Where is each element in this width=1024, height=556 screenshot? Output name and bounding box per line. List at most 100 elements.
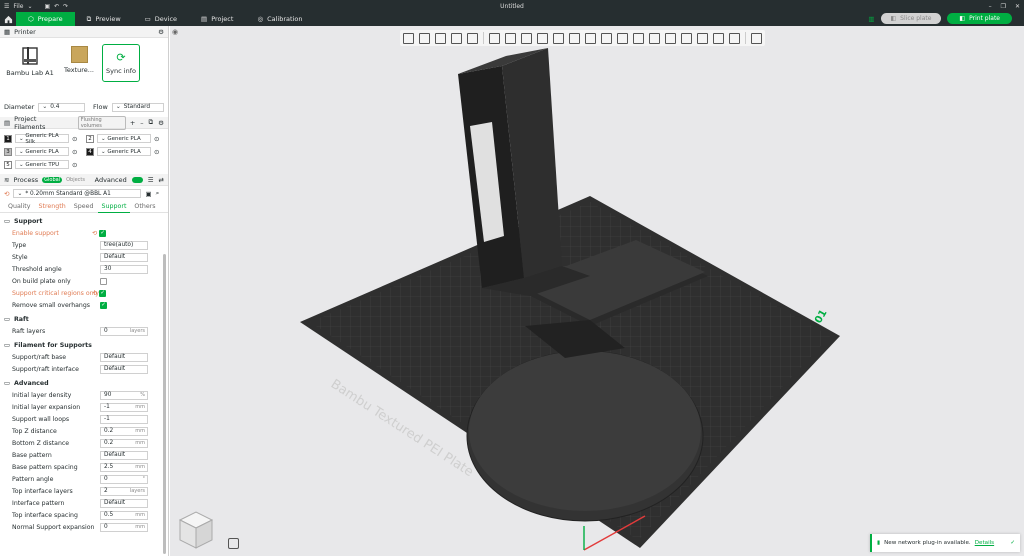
auto-orient-icon[interactable] xyxy=(435,32,446,44)
arrange-icon[interactable] xyxy=(451,32,462,44)
setting-value[interactable]: -1 mm xyxy=(100,402,148,412)
setting-value[interactable]: 0 layers xyxy=(100,326,148,336)
tab-support[interactable]: Support xyxy=(97,201,131,213)
search-icon[interactable]: ⌕ xyxy=(156,189,160,198)
filament-settings-icon[interactable]: ⊙ xyxy=(72,148,77,156)
filament-item[interactable]: 5 ⌄ Generic TPU ⊙ xyxy=(4,159,86,170)
filament-settings-icon[interactable]: ⊙ xyxy=(154,148,159,156)
view-cube[interactable] xyxy=(176,510,216,552)
filament-name-select[interactable]: ⌄ Generic PLA Silk xyxy=(15,133,69,145)
setting-value[interactable]: Default xyxy=(100,364,148,374)
minimize-icon[interactable]: – xyxy=(989,3,992,10)
filament-name-select[interactable]: ⌄ Generic PLA xyxy=(97,147,151,156)
rotate-icon[interactable] xyxy=(505,32,516,44)
undo-icon[interactable]: ↶ xyxy=(54,3,59,10)
gear-icon[interactable]: ⚙ xyxy=(158,119,164,127)
slice-plate-button[interactable]: ◧ Slice plate xyxy=(880,13,942,24)
setting-value[interactable]: -1 xyxy=(100,414,148,424)
reset-icon[interactable]: ⟲ xyxy=(92,290,97,297)
setting-value[interactable]: Default xyxy=(100,252,148,262)
hamburger-icon[interactable]: ☰ xyxy=(4,3,9,10)
setting-value[interactable]: 0 ° xyxy=(100,474,148,484)
plate-selector[interactable]: Texture... xyxy=(62,44,96,94)
ruler-icon[interactable] xyxy=(729,32,740,44)
measure-icon[interactable] xyxy=(633,32,644,44)
flow-select[interactable]: ⌄ Standard xyxy=(111,102,164,112)
redo-icon[interactable]: ↷ xyxy=(63,3,68,10)
setting-value[interactable]: 0.2 mm xyxy=(100,426,148,436)
save-icon[interactable]: ▣ xyxy=(44,3,50,10)
tab-quality[interactable]: Quality xyxy=(4,201,35,213)
flushing-volumes-button[interactable]: Flushing volumes xyxy=(77,115,126,130)
reset-icon[interactable]: ⟲ xyxy=(4,190,9,198)
filament-settings-icon[interactable]: ⊙ xyxy=(72,135,77,143)
setting-value[interactable]: 30 xyxy=(100,264,148,274)
lay-on-face-icon[interactable] xyxy=(537,32,548,44)
home-icon[interactable] xyxy=(0,12,16,26)
remove-icon[interactable]: – xyxy=(140,119,143,127)
filament-settings-icon[interactable]: ⊙ xyxy=(154,135,159,143)
split-icon[interactable] xyxy=(467,32,478,44)
gear-icon[interactable]: ⚙ xyxy=(158,28,164,36)
assembly-icon[interactable] xyxy=(649,32,660,44)
mesh-boolean-icon[interactable] xyxy=(569,32,580,44)
setting-value[interactable]: Default xyxy=(100,450,148,460)
view-icon[interactable] xyxy=(751,32,762,44)
tab-prepare[interactable]: ⬡ Prepare xyxy=(16,12,75,26)
list-icon[interactable]: ☰ xyxy=(148,176,154,184)
filament-swatch[interactable]: 5 xyxy=(4,160,12,169)
filament-item[interactable]: 3 ⌄ Generic PLA ⊙ xyxy=(4,146,86,157)
add-object-icon[interactable] xyxy=(403,32,414,44)
support-paint-icon[interactable] xyxy=(585,32,596,44)
process-preset-select[interactable]: ⌄ * 0.20mm Standard @BBL A1 xyxy=(13,189,142,198)
settings-scrollbar[interactable] xyxy=(163,254,166,554)
filament-name-select[interactable]: ⌄ Generic PLA xyxy=(97,134,151,143)
setting-value[interactable]: tree(auto) xyxy=(100,240,148,250)
setting-value[interactable]: 90% xyxy=(100,390,148,400)
tab-strength[interactable]: Strength xyxy=(35,201,70,213)
tab-calibration[interactable]: ◎ Calibration xyxy=(245,12,314,26)
setting-value[interactable]: 0.2 mm xyxy=(100,438,148,448)
add-icon[interactable]: + xyxy=(130,119,135,127)
setting-value[interactable]: 0.5 mm xyxy=(100,510,148,520)
filament-item[interactable]: 1 ⌄ Generic PLA Silk ⊙ xyxy=(4,133,86,145)
filament-swatch[interactable]: 2 xyxy=(86,134,94,143)
setting-checkbox[interactable] xyxy=(100,277,107,285)
reset-icon[interactable]: ⟲ xyxy=(92,230,97,237)
filament-item[interactable]: 4 ⌄ Generic PLA ⊙ xyxy=(86,146,168,157)
printer-selector[interactable]: Bambu Lab A1 xyxy=(4,44,56,94)
seam-paint-icon[interactable] xyxy=(601,32,612,44)
filament-item[interactable]: 2 ⌄ Generic PLA ⊙ xyxy=(86,133,168,144)
tab-speed[interactable]: Speed xyxy=(70,201,98,213)
filament-swatch[interactable]: 3 xyxy=(4,147,12,156)
setting-value[interactable]: Default xyxy=(100,352,148,362)
print-plate-button[interactable]: ◧ Print plate xyxy=(947,13,1012,24)
close-icon[interactable]: ✕ xyxy=(1015,3,1020,10)
collapse-sidebar-icon[interactable]: ◉ xyxy=(172,28,178,36)
filament-settings-icon[interactable]: ⊙ xyxy=(72,161,77,169)
filament-name-select[interactable]: ⌄ Generic TPU xyxy=(15,160,69,169)
setting-value[interactable]: Default xyxy=(100,498,148,508)
compare-icon[interactable]: ⇄ xyxy=(159,176,164,184)
chevron-down-icon[interactable]: ⌄ xyxy=(27,3,32,10)
details-link[interactable]: Details xyxy=(975,540,994,546)
paste-icon[interactable] xyxy=(713,32,724,44)
filament-name-select[interactable]: ⌄ Generic PLA xyxy=(15,147,69,156)
save-preset-icon[interactable]: ▣ xyxy=(145,190,151,198)
explode-icon[interactable] xyxy=(665,32,676,44)
tab-others[interactable]: Others xyxy=(130,201,159,213)
filament-swatch[interactable]: 4 xyxy=(86,147,94,156)
tab-device[interactable]: ▭ Device xyxy=(133,12,189,26)
sync-info-button[interactable]: ⟳ Sync info xyxy=(102,44,140,82)
move-icon[interactable] xyxy=(489,32,500,44)
setting-value[interactable]: 0 mm xyxy=(100,522,148,532)
scale-icon[interactable] xyxy=(521,32,532,44)
fit-view-icon[interactable] xyxy=(228,538,239,549)
notice-check-icon[interactable]: ✓ xyxy=(1010,540,1015,546)
text-icon[interactable] xyxy=(617,32,628,44)
global-toggle[interactable]: Global xyxy=(42,176,63,183)
file-menu[interactable]: File xyxy=(13,3,23,10)
filament-swatch[interactable]: 1 xyxy=(4,134,12,143)
add-plate-icon[interactable] xyxy=(419,32,430,44)
setting-checkbox[interactable]: ✓ xyxy=(99,229,107,237)
